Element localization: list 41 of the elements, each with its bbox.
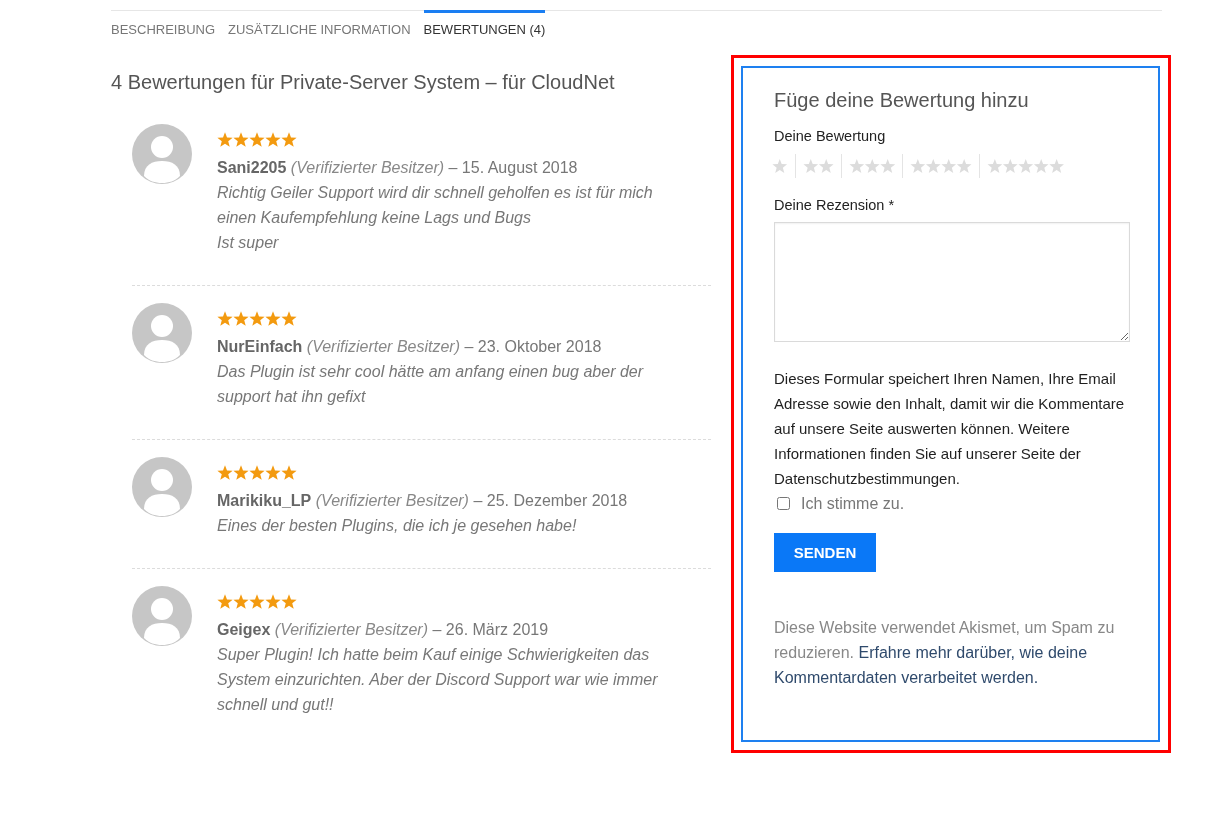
review-date: – 23. Oktober 2018 (464, 338, 602, 355)
review-text: Das Plugin ist sehr cool hätte am anfang einen bug aber der support hat ihn gefixt (217, 362, 645, 407)
review-text: Ist super (217, 233, 280, 253)
review-text: Super Plugin! Ich hatte beim Kauf einige Schwierigkeiten das System einzurichten. Aber der Discord Support war wie immer schnell und gut!! (217, 645, 659, 715)
submit-button[interactable]: SENDEN (774, 533, 876, 572)
verified-owner-label: (Verifizierter Besitzer) (306, 338, 460, 355)
reviews-heading: 4 Bewertungen für Private-Server System – für CloudNet (111, 70, 616, 94)
review-date: – 15. August 2018 (448, 159, 578, 176)
privacy-link[interactable]: Kommentardaten verarbeitet werden. (774, 669, 1039, 686)
review-text: Richtig Geiler Support wird dir schnell geholfen es ist für mich einen Kaufempfehlung keine Lags und Bugs (217, 183, 654, 228)
review-date: – 25. Dezember 2018 (473, 492, 628, 509)
consent-label: Ich stimme zu. (801, 494, 905, 513)
spam-notice: Diese Website verwendet Akismet, um Spam zu reduzieren. Erfahre mehr darüber, wie deine Kommentardaten verarbeitet werden. (774, 618, 1116, 688)
rating-option-icon[interactable] (910, 159, 972, 173)
author-name: NurEinfach (217, 338, 303, 355)
review-text: Eines der besten Plugins, die ich je gesehen habe! (217, 516, 578, 536)
tab[interactable]: BESCHREIBUNG (111, 10, 216, 44)
verified-owner-label: (Verifizierter Besitzer) (274, 621, 429, 638)
avatar-icon (132, 457, 192, 517)
rating-option-icon[interactable] (987, 159, 1065, 173)
avatar-icon (132, 586, 192, 646)
rating-label: Deine Bewertung (774, 127, 887, 146)
privacy-link[interactable]: Erfahre mehr darüber, wie deine (858, 644, 1088, 661)
avatar-icon (132, 124, 192, 184)
review-textarea[interactable] (774, 222, 1130, 342)
author-name: Sani2205 (217, 159, 287, 176)
author-name: Marikiku_LP (217, 492, 312, 509)
verified-owner-label: (Verifizierter Besitzer) (290, 159, 445, 176)
tab[interactable]: ZUSÄTZLICHE INFORMATION (228, 10, 411, 44)
rating-option-icon[interactable] (848, 159, 895, 173)
review-date: – 26. März 2019 (432, 621, 549, 638)
privacy-notice: Dieses Formular speichert Ihren Namen, Ihre Email Adresse sowie den Inhalt, damit wir die Kommentare auf unsere Seite auswerten können. Weitere Informationen finden Sie auf unserer Seite der Datenschutzbestimmungen. (774, 369, 1126, 489)
rating-option-icon[interactable] (802, 159, 834, 173)
verified-owner-label: (Verifizierter Besitzer) (315, 492, 469, 509)
consent-checkbox[interactable] (777, 497, 790, 510)
rating-option-icon[interactable] (772, 159, 788, 173)
review-label: Deine Rezension * (774, 196, 896, 215)
author-name: Geigex (217, 621, 271, 638)
tab[interactable]: BEWERTUNGEN (4) (423, 10, 546, 44)
form-title: Füge deine Bewertung hinzu (774, 88, 1030, 112)
avatar-icon (132, 303, 192, 363)
